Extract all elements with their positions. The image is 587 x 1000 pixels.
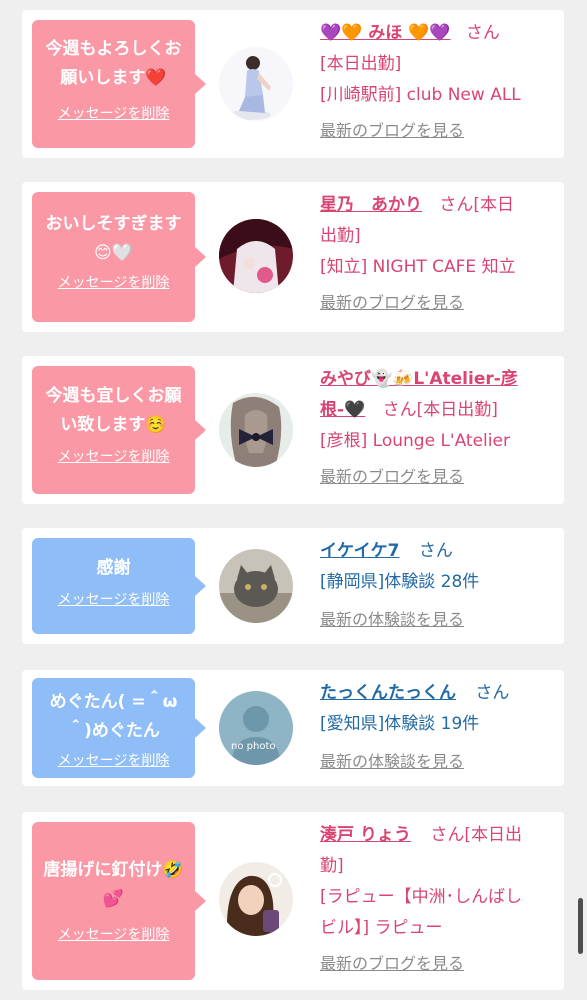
profile-name-link[interactable]: 湊戸 りょう [320,825,411,845]
message-card: 今週もよろしくお 願いします❤️ メッセージを削除 💜🧡 みほ 🧡💜 さん [本… [22,10,564,158]
message-text: 💕 [102,889,125,909]
message-card: 今週も宜しくお願 い致します☺️ メッセージを削除 みやび👻🍻L'Atelier… [22,356,564,504]
profile-name-link[interactable]: イケイケ7 [320,541,400,561]
honorific: さん[本日 [439,195,515,215]
no-photo-label: no photo [231,741,276,752]
detail-line: [知立] NIGHT CAFE 知立 [320,257,516,277]
message-text: 😊🤍 [94,243,133,263]
profile-name-link-continued[interactable]: 根-🖤 [320,400,365,420]
avatar[interactable] [219,862,293,936]
profile-name-link[interactable]: 💜🧡 みほ 🧡💜 [320,23,451,43]
honorific: さん [465,23,500,43]
delete-message-link[interactable]: メッセージを削除 [40,750,187,770]
message-text: めぐたん( =＾ω [49,692,178,712]
honorific: さん [418,541,453,561]
detail-line: [川崎駅前] club New ALL [320,85,521,105]
message-text: 今週もよろしくお [45,39,182,59]
message-text: 今週も宜しくお願 [45,386,182,406]
message-bubble: 今週も宜しくお願 い致します☺️ メッセージを削除 [32,366,206,494]
avatar[interactable] [219,219,293,293]
avatar[interactable]: no photo [219,691,293,765]
message-bubble: おいしそすぎます 😊🤍 メッセージを削除 [32,192,206,322]
delete-message-link[interactable]: メッセージを削除 [40,924,187,944]
message-bubble: 感謝 メッセージを削除 [32,538,206,634]
avatar[interactable] [219,393,293,467]
delete-message-link[interactable]: メッセージを削除 [40,103,187,123]
honorific: さん [475,683,510,703]
scrollbar[interactable] [578,898,583,954]
message-text: おいしそすぎます [45,214,182,234]
profile-name-link[interactable]: みやび👻🍻L'Atelier-彦 [320,369,518,389]
profile-info: イケイケ7 さん [静岡県]体験談 28件 最新の体験談を見る [320,536,558,632]
honorific: さん[本日出 [430,825,522,845]
honorific: さん[本日出勤] [382,400,498,420]
latest-review-link[interactable]: 最新の体験談を見る [320,608,558,632]
avatar[interactable] [219,549,293,623]
latest-blog-link[interactable]: 最新のブログを見る [320,291,558,315]
profile-info: 星乃 あかり さん[本日 出勤] [知立] NIGHT CAFE 知立 最新のブ… [320,190,558,315]
message-bubble: 唐揚げに釘付け🤣 💕 メッセージを削除 [32,822,206,980]
detail-line: 出勤] [320,226,361,246]
profile-info: たっくんたっくん さん [愛知県]体験談 19件 最新の体験談を見る [320,678,558,774]
latest-blog-link[interactable]: 最新のブログを見る [320,952,558,976]
profile-info: 湊戸 りょう さん[本日出 勤] [ラピュー【中洲･しんばし ビル】] ラピュー… [320,820,558,976]
message-card: 唐揚げに釘付け🤣 💕 メッセージを削除 湊戸 りょう さん[本日出 勤] [ラピ… [22,812,564,990]
delete-message-link[interactable]: メッセージを削除 [40,446,187,466]
detail-line: [彦根] Lounge L'Atelier [320,431,510,451]
profile-info: 💜🧡 みほ 🧡💜 さん [本日出勤] [川崎駅前] club New ALL 最… [320,18,558,143]
message-card: おいしそすぎます 😊🤍 メッセージを削除 星乃 あかり さん[本日 出勤] [知… [22,182,564,332]
latest-blog-link[interactable]: 最新のブログを見る [320,465,558,489]
message-text: ＾)めぐたん [67,721,160,741]
delete-message-link[interactable]: メッセージを削除 [40,272,187,292]
detail-line: [本日出勤] [320,54,402,74]
profile-info: みやび👻🍻L'Atelier-彦 根-🖤 さん[本日出勤] [彦根] Loung… [320,364,558,489]
latest-review-link[interactable]: 最新の体験談を見る [320,750,558,774]
message-card: 感謝 メッセージを削除 イケイケ7 さん [静岡県]体験談 28件 最新の体験談… [22,528,564,644]
delete-message-link[interactable]: メッセージを削除 [40,589,187,609]
message-bubble: めぐたん( =＾ω ＾)めぐたん メッセージを削除 [32,678,206,778]
message-text: い致します☺️ [60,415,167,435]
message-text: 感謝 [96,558,131,578]
latest-blog-link[interactable]: 最新のブログを見る [320,119,558,143]
message-card: めぐたん( =＾ω ＾)めぐたん メッセージを削除 no photo たっくんた… [22,670,564,786]
detail-line: [愛知県]体験談 19件 [320,714,480,734]
profile-name-link[interactable]: 星乃 あかり [320,195,422,215]
avatar[interactable] [219,47,293,121]
detail-line: [静岡県]体験談 28件 [320,572,480,592]
message-bubble: 今週もよろしくお 願いします❤️ メッセージを削除 [32,20,206,148]
detail-line: 勤] [320,856,344,876]
detail-line: [ラピュー【中洲･しんばし [320,887,523,907]
message-text: 願いします❤️ [60,68,167,88]
detail-line: ビル】] ラピュー [320,918,443,938]
profile-name-link[interactable]: たっくんたっくん [320,683,456,703]
message-text: 唐揚げに釘付け🤣 [43,860,184,880]
